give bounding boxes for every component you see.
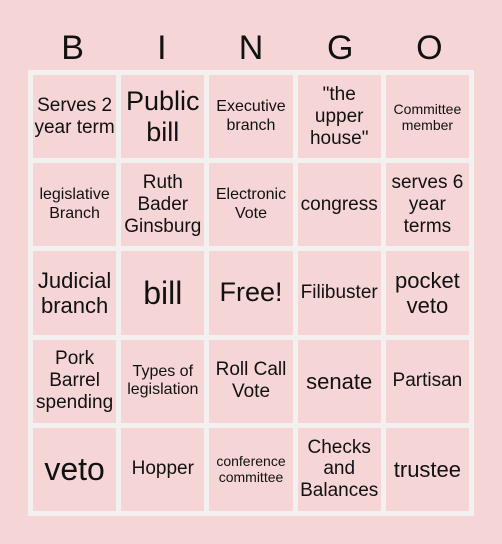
bingo-cell[interactable]: conference committee [209,427,293,511]
bingo-cell[interactable]: Judicial branch [33,251,117,335]
bingo-cell[interactable]: Checks and Balances [297,427,381,511]
bingo-cell[interactable]: Committee member [385,75,469,159]
bingo-cell[interactable]: legislative Branch [33,163,117,247]
bingo-cell[interactable]: Types of legislation [121,339,205,423]
bingo-cell[interactable]: senate [297,339,381,423]
bingo-cell[interactable]: bill [121,251,205,335]
bingo-cell[interactable]: Ruth Bader Ginsburg [121,163,205,247]
bingo-cell-free[interactable]: Free! [209,251,293,335]
header-letter-o: O [416,29,443,67]
bingo-cell[interactable]: Hopper [121,427,205,511]
bingo-cell[interactable]: veto [33,427,117,511]
bingo-cell[interactable]: congress [297,163,381,247]
bingo-board: Serves 2 year term Public bill Executive… [28,70,474,516]
bingo-cell[interactable]: Executive branch [209,75,293,159]
header-letter-i: I [157,29,167,67]
bingo-cell[interactable]: Roll Call Vote [209,339,293,423]
bingo-header: B I N G O [28,28,474,68]
header-letter-g: G [326,29,354,67]
bingo-cell[interactable]: Filibuster [297,251,381,335]
bingo-cell[interactable]: Partisan [385,339,469,423]
bingo-cell[interactable]: trustee [385,427,469,511]
bingo-cell[interactable]: serves 6 year terms [385,163,469,247]
bingo-cell[interactable]: Pork Barrel spending [33,339,117,423]
header-letter-n: N [238,29,264,67]
bingo-cell[interactable]: Public bill [121,75,205,159]
header-letter-b: B [61,29,84,67]
bingo-cell[interactable]: pocket veto [385,251,469,335]
bingo-cell[interactable]: "the upper house" [297,75,381,159]
bingo-cell[interactable]: Electronic Vote [209,163,293,247]
bingo-cell[interactable]: Serves 2 year term [33,75,117,159]
